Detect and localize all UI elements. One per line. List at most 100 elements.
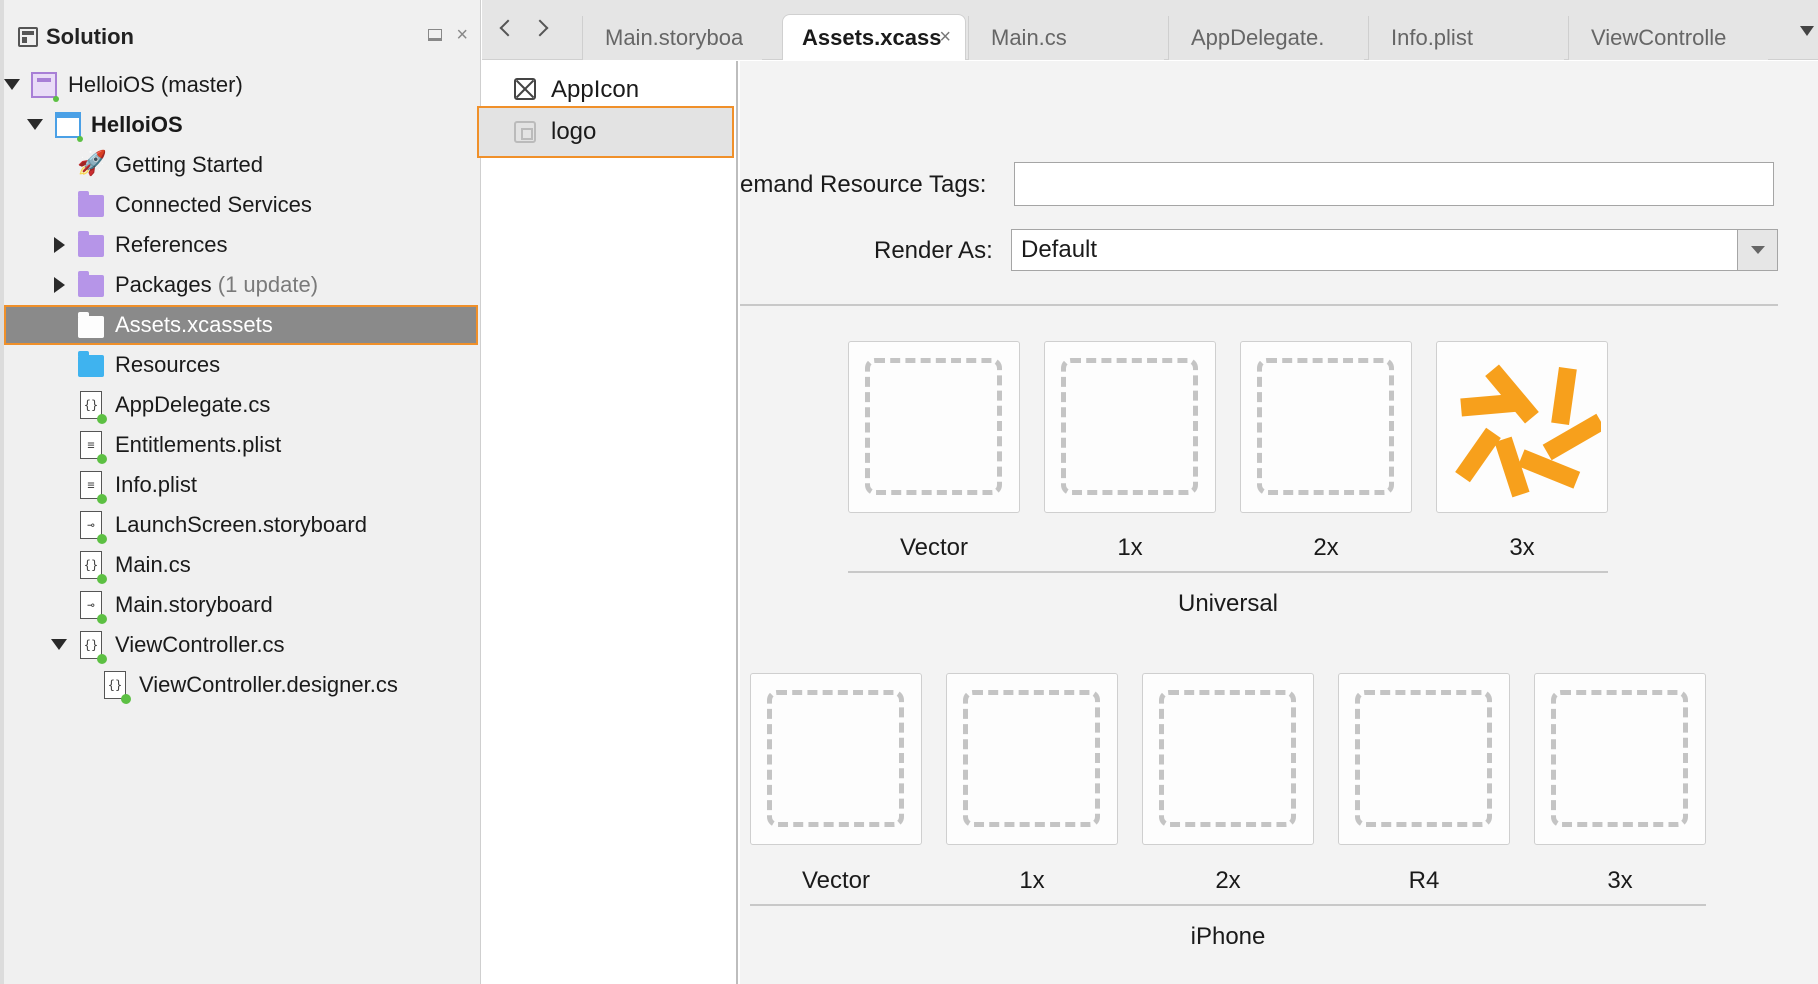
tree-item-label: AppDelegate.cs: [115, 392, 271, 417]
iphone-vector-label: Vector: [801, 867, 871, 894]
tree-item-label: Info.plist: [115, 472, 197, 497]
tree-item-viewcontroller-designer[interactable]: {} ViewController.designer.cs: [4, 665, 478, 705]
collapse-arrow-icon[interactable]: [54, 237, 65, 253]
universal-group-title: Universal: [1177, 590, 1279, 617]
csharp-file-icon: {}: [80, 551, 107, 584]
empty-slot-well: [1159, 690, 1296, 827]
tree-item-entitlements[interactable]: ≡ Entitlements.plist: [4, 425, 478, 465]
empty-slot-well: [1355, 690, 1492, 827]
minimize-pad-icon[interactable]: [428, 29, 443, 41]
empty-slot-well: [865, 358, 1002, 495]
tab-main-cs[interactable]: Main.cs: [968, 16, 1164, 60]
tree-item-label: Main.storyboard: [115, 592, 273, 617]
tree-item-launchscreen[interactable]: ⊸ LaunchScreen.storyboard: [4, 505, 478, 545]
iphone-vector-slot[interactable]: [750, 673, 922, 845]
tree-item-main-cs[interactable]: {} Main.cs: [4, 545, 478, 585]
solution-pad-header: Solution ×: [18, 22, 468, 52]
iphone-group-title: iPhone: [1190, 923, 1266, 950]
logo-stroke: [1460, 393, 1520, 417]
close-tab-icon[interactable]: ×: [939, 26, 951, 49]
tree-item-resources[interactable]: Resources: [4, 345, 478, 385]
tree-item-label: References: [115, 232, 228, 257]
render-as-select[interactable]: Default: [1011, 229, 1778, 271]
tab-assets-xcassets[interactable]: Assets.xcass ×: [782, 14, 966, 60]
universal-vector-slot[interactable]: [848, 341, 1020, 513]
tree-item-label: ViewController.designer.cs: [139, 672, 398, 697]
universal-1x-label: 1x: [1117, 534, 1143, 561]
packages-update-count: (1 update): [217, 272, 319, 297]
solution-pad-icon: [18, 27, 38, 47]
empty-slot-well: [1551, 690, 1688, 827]
collapse-arrow-icon[interactable]: [54, 277, 65, 293]
csharp-file-icon: {}: [80, 391, 107, 424]
logo-image: [1455, 364, 1601, 498]
divider: [740, 304, 1778, 306]
solution-pad-title: Solution: [46, 24, 134, 49]
tree-item-packages[interactable]: Packages (1 update): [4, 265, 478, 305]
empty-slot-well: [1061, 358, 1198, 495]
chevron-down-icon[interactable]: [1737, 230, 1777, 270]
group-divider: [750, 904, 1706, 906]
tree-item-solution[interactable]: HelloiOS (master): [4, 65, 478, 105]
universal-1x-slot[interactable]: [1044, 341, 1216, 513]
render-as-label: Render As:: [874, 237, 993, 264]
logo-stroke: [1485, 364, 1539, 424]
asset-item-logo[interactable]: logo: [477, 106, 734, 158]
tree-item-info-plist[interactable]: ≡ Info.plist: [4, 465, 478, 505]
universal-vector-label: Vector: [899, 534, 969, 561]
plist-file-icon: ≡: [80, 471, 107, 504]
close-pad-icon[interactable]: ×: [456, 25, 468, 45]
expand-arrow-icon[interactable]: [51, 639, 67, 650]
on-demand-resource-tags-input[interactable]: [1014, 162, 1774, 206]
tab-viewcontroller[interactable]: ViewControlle: [1568, 16, 1768, 60]
tab-label: Assets.xcass: [802, 24, 942, 50]
tree-item-appdelegate[interactable]: {} AppDelegate.cs: [4, 385, 478, 425]
tree-item-label: HelloiOS: [91, 112, 183, 137]
tree-item-label: Main.cs: [115, 552, 191, 577]
navigate-forward-icon[interactable]: [531, 19, 549, 37]
expand-arrow-icon[interactable]: [27, 119, 43, 130]
asset-detail-pane: emand Resource Tags: Render As: Default …: [740, 61, 1818, 984]
iphone-1x-slot[interactable]: [946, 673, 1118, 845]
tab-label: Main.storyboa: [605, 25, 744, 50]
tree-item-viewcontroller[interactable]: {} ViewController.cs: [4, 625, 478, 665]
tree-item-label: Entitlements.plist: [115, 432, 282, 457]
tree-item-assets-xcassets[interactable]: Assets.xcassets: [4, 305, 478, 345]
tree-item-references[interactable]: References: [4, 225, 478, 265]
tab-info-plist[interactable]: Info.plist: [1368, 16, 1564, 60]
iphone-1x-label: 1x: [1019, 867, 1045, 894]
tree-item-label: Packages: [115, 272, 212, 297]
universal-2x-label: 2x: [1313, 534, 1339, 561]
tree-item-project[interactable]: HelloiOS: [4, 105, 478, 145]
tab-main-storyboard[interactable]: Main.storyboa: [582, 16, 762, 60]
tree-item-label: ViewController.cs: [115, 632, 285, 657]
tab-label: ViewControlle: [1591, 25, 1727, 50]
csharp-file-icon: {}: [80, 631, 107, 664]
tree-item-getting-started[interactable]: 🚀 Getting Started: [4, 145, 478, 185]
tree-item-label-wrap: Packages (1 update): [115, 272, 318, 298]
iphone-2x-slot[interactable]: [1142, 673, 1314, 845]
tab-label: AppDelegate.: [1191, 25, 1325, 50]
iphone-r4-slot[interactable]: [1338, 673, 1510, 845]
tree-item-label: HelloiOS (master): [68, 72, 243, 97]
project-icon: [55, 112, 83, 142]
references-folder-icon: [78, 231, 104, 257]
asset-item-label: AppIcon: [551, 76, 640, 103]
tab-appdelegate[interactable]: AppDelegate.: [1168, 16, 1364, 60]
universal-3x-slot[interactable]: [1436, 341, 1608, 513]
tree-item-label: Getting Started: [115, 152, 263, 177]
expand-arrow-icon[interactable]: [4, 79, 20, 90]
editor-tab-bar: Main.storyboa Assets.xcass × Main.cs App…: [482, 0, 1818, 60]
navigate-back-icon[interactable]: [499, 19, 517, 37]
tree-item-connected-services[interactable]: Connected Services: [4, 185, 478, 225]
tab-overflow-chevron-down-icon[interactable]: [1800, 26, 1814, 36]
universal-3x-label: 3x: [1509, 534, 1535, 561]
universal-2x-slot[interactable]: [1240, 341, 1412, 513]
packages-folder-icon: [78, 271, 104, 297]
on-demand-resource-tags-label: emand Resource Tags:: [740, 171, 987, 198]
group-divider: [848, 571, 1608, 573]
tab-label: Info.plist: [1391, 25, 1473, 50]
iphone-3x-slot[interactable]: [1534, 673, 1706, 845]
tree-item-main-storyboard[interactable]: ⊸ Main.storyboard: [4, 585, 478, 625]
rocket-icon: 🚀: [77, 150, 107, 177]
